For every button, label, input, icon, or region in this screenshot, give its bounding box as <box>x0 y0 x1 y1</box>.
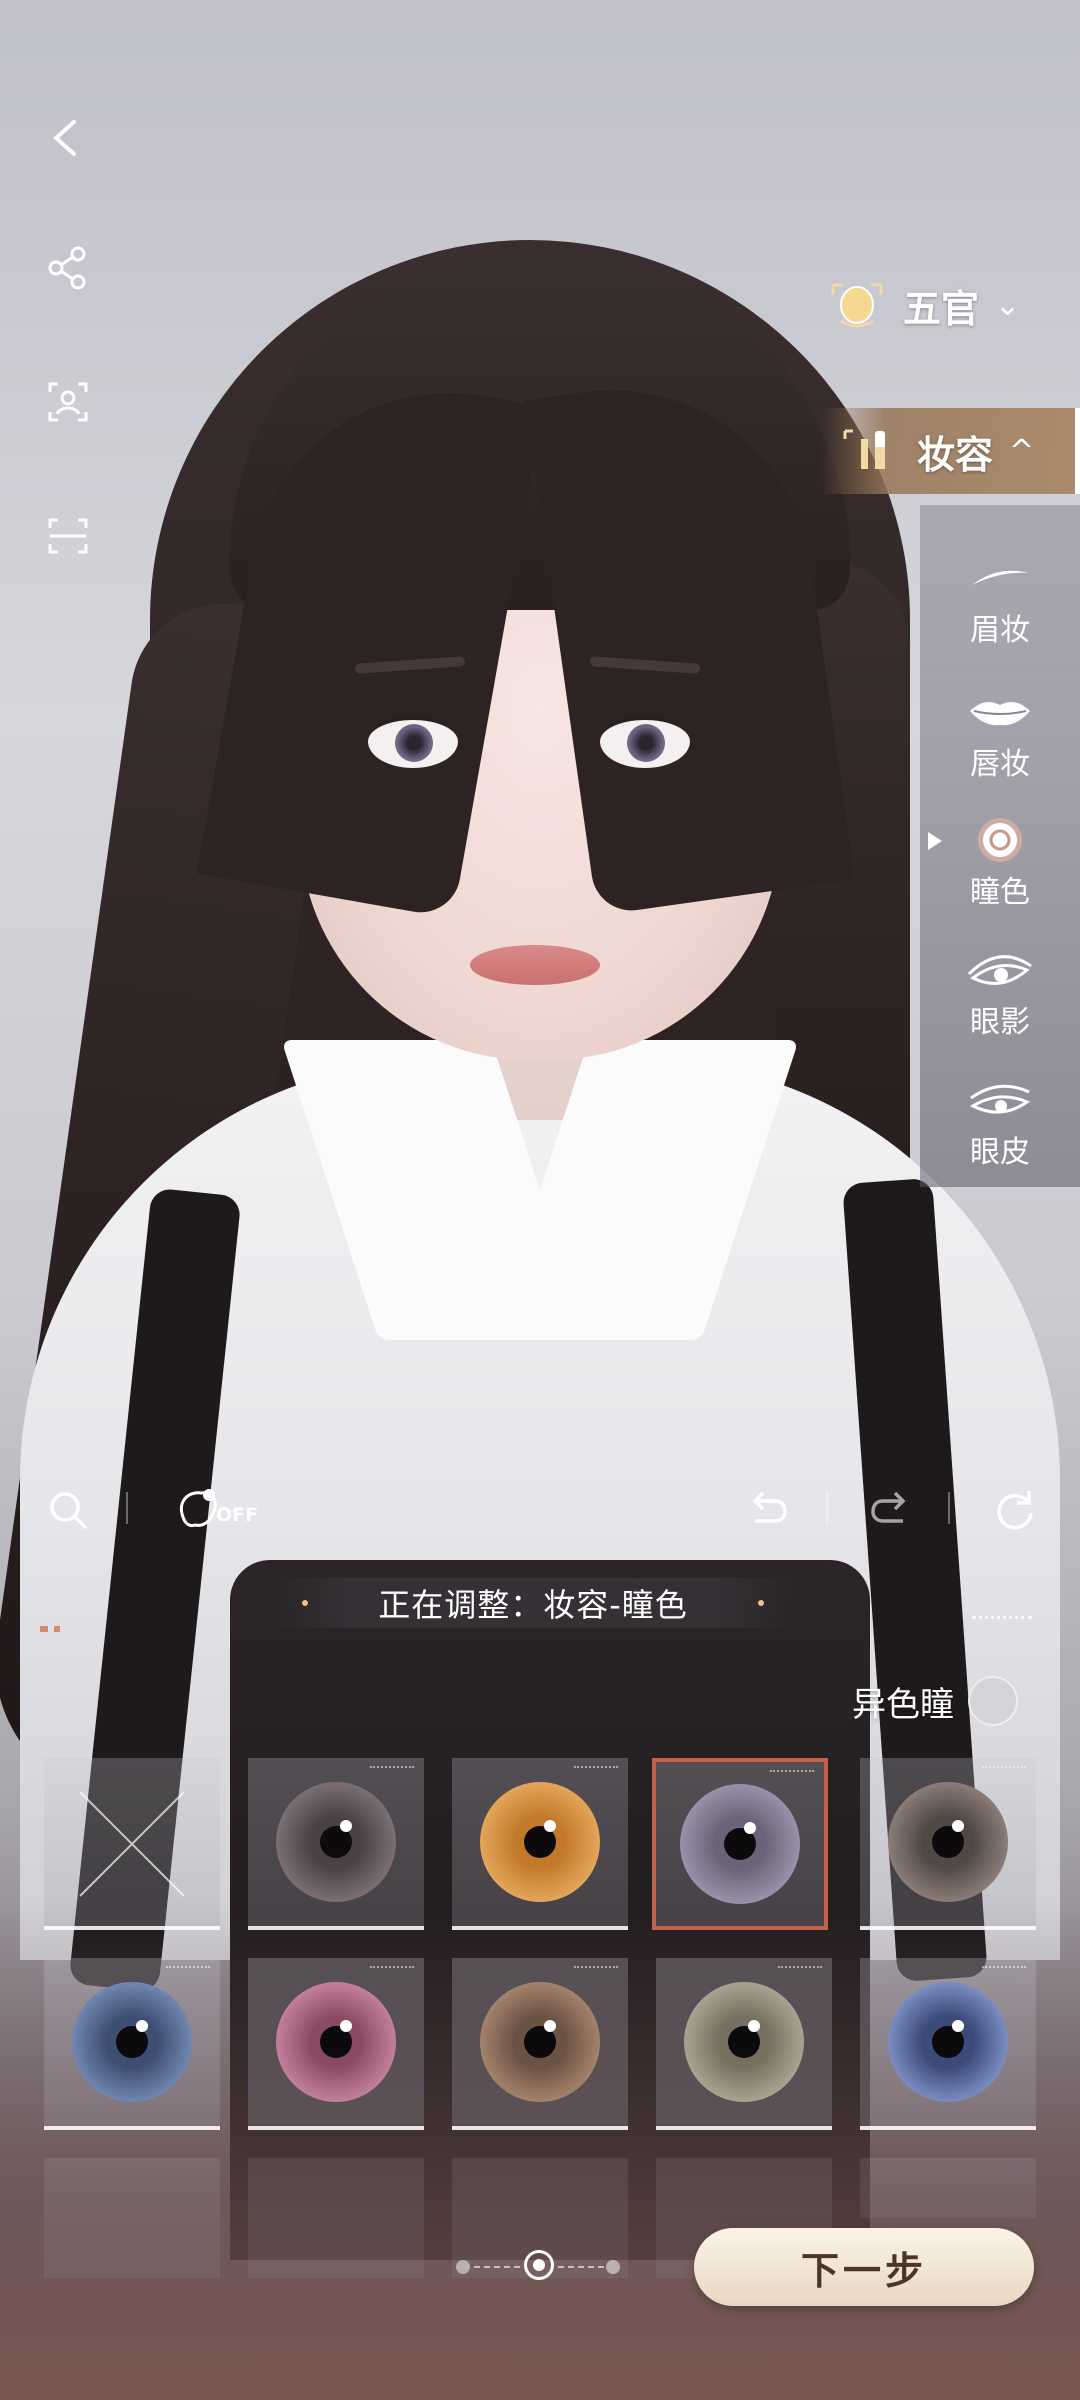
cosmetics-icon <box>839 419 903 483</box>
makeup-item-eyeshadow[interactable]: 眼影 <box>920 945 1080 1041</box>
pupil-swatch[interactable] <box>248 1958 424 2130</box>
back-button[interactable] <box>40 110 96 166</box>
pupil-swatch-partial[interactable] <box>248 2158 424 2278</box>
undo-button[interactable] <box>740 1482 796 1538</box>
toolbar-divider <box>948 1492 950 1524</box>
pupil-swatch-none[interactable] <box>44 1758 220 1930</box>
toolbar-divider <box>826 1492 828 1524</box>
heterochromia-label: 异色瞳 <box>852 1684 954 1725</box>
character-lips <box>470 945 600 985</box>
iris <box>72 1982 192 2102</box>
makeup-item-eyelid[interactable]: 眼皮 <box>920 1075 1080 1171</box>
iris <box>276 1982 396 2102</box>
character-eye-left <box>368 715 458 768</box>
iris <box>888 1982 1008 2102</box>
undo-icon <box>752 1491 787 1523</box>
eyeshadow-icon <box>965 945 1035 995</box>
pupil-swatch[interactable] <box>248 1758 424 1930</box>
heterochromia-switch[interactable] <box>968 1676 1018 1726</box>
page-connector <box>474 2266 520 2270</box>
makeup-item-label: 瞳色 <box>970 875 1030 910</box>
lips-icon <box>965 687 1035 737</box>
category-makeup-label: 妆容 <box>917 431 994 477</box>
eyelid-icon <box>965 1075 1035 1125</box>
category-facial-features[interactable]: 五官 ⌄ <box>807 262 1080 348</box>
hair-toggle-off-label: OFF <box>216 1504 259 1526</box>
makeup-item-eyebrow[interactable]: 眉妆 <box>920 553 1080 649</box>
share-button[interactable] <box>40 240 96 296</box>
pupil-swatch[interactable] <box>44 1958 220 2130</box>
makeup-submenu: 眉妆 唇妆 瞳色 眼影 眼皮 <box>920 505 1080 1187</box>
share-icon <box>48 246 86 290</box>
page-dot[interactable] <box>606 2260 620 2274</box>
eyebrow-icon <box>965 553 1035 603</box>
screen-capture-icon <box>48 518 88 554</box>
page-dot-current[interactable] <box>524 2250 554 2280</box>
pupil-swatch[interactable] <box>656 1958 832 2130</box>
reset-button[interactable] <box>986 1482 1042 1538</box>
pupil-swatch-partial[interactable] <box>860 2158 1036 2218</box>
iris <box>276 1782 396 1902</box>
pupil-icon <box>965 815 1035 865</box>
makeup-item-label: 眼影 <box>970 1005 1030 1040</box>
adjusting-status-bar: 正在调整：妆容-瞳色 <box>272 1578 794 1628</box>
face-mask-icon <box>825 273 889 337</box>
face-scan-icon <box>48 382 88 422</box>
makeup-item-label: 眼皮 <box>970 1135 1030 1170</box>
status-dot <box>302 1600 308 1606</box>
makeup-item-label: 眉妆 <box>970 613 1030 648</box>
page-dot[interactable] <box>456 2260 470 2274</box>
face-scan-button[interactable] <box>40 374 96 430</box>
page-connector <box>558 2266 604 2270</box>
makeup-item-label: 唇妆 <box>970 747 1030 782</box>
iris <box>888 1782 1008 1902</box>
pupil-swatch[interactable] <box>452 1958 628 2130</box>
iris <box>480 1782 600 1902</box>
makeup-item-pupil[interactable]: 瞳色 <box>920 815 1080 911</box>
decorative-dots-left <box>40 1626 150 1632</box>
chevron-up-icon: ^ <box>1009 433 1035 469</box>
redo-button[interactable] <box>862 1482 918 1538</box>
iris <box>480 1982 600 2102</box>
pupil-swatch[interactable] <box>860 1758 1036 1930</box>
iris <box>680 1784 800 1904</box>
iris <box>684 1982 804 2102</box>
reset-icon <box>997 1491 1033 1530</box>
pupil-swatch[interactable] <box>452 1758 628 1930</box>
status-dot <box>758 1600 764 1606</box>
heterochromia-toggle[interactable]: 异色瞳 <box>852 1676 1018 1726</box>
category-makeup[interactable]: 妆容 ^ <box>821 408 1080 494</box>
back-icon <box>52 120 76 156</box>
screen-capture-button[interactable] <box>40 508 96 564</box>
category-facial-label: 五官 <box>903 285 980 331</box>
search-icon <box>50 1492 87 1529</box>
none-icon <box>79 1791 185 1897</box>
character-eye-right <box>600 715 690 768</box>
toolbar-divider <box>126 1492 128 1524</box>
adjusting-status-text: 正在调整：妆容-瞳色 <box>378 1586 688 1624</box>
pupil-swatch-partial[interactable] <box>44 2158 220 2278</box>
chevron-down-icon: ⌄ <box>995 287 1021 323</box>
redo-icon <box>871 1491 906 1523</box>
page-indicator <box>456 2248 626 2284</box>
decorative-dots-right <box>972 1616 1032 1643</box>
pupil-swatch-selected[interactable] <box>652 1758 828 1930</box>
makeup-item-lips[interactable]: 唇妆 <box>920 687 1080 783</box>
hair-toggle-icon <box>180 1489 217 1527</box>
next-step-button[interactable]: 下一步 <box>694 2228 1034 2306</box>
search-button[interactable] <box>40 1482 96 1538</box>
selected-indicator-icon <box>928 832 942 850</box>
pupil-swatch[interactable] <box>860 1958 1036 2130</box>
